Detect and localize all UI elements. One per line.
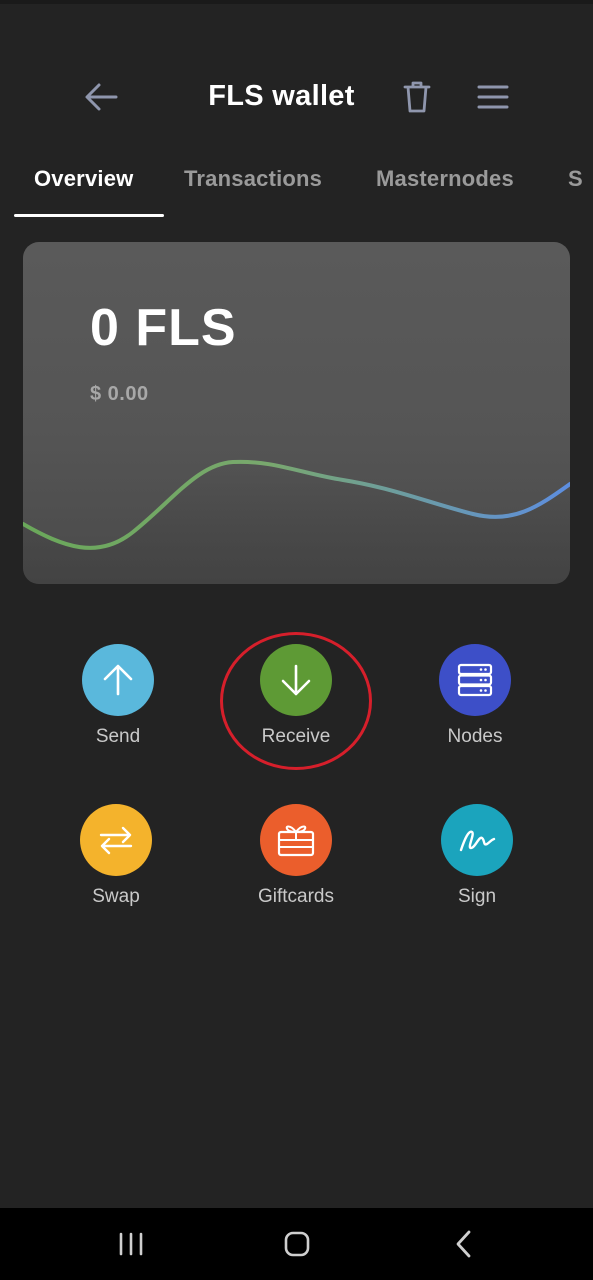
system-nav-bar bbox=[0, 1208, 593, 1280]
giftcards-action[interactable]: Giftcards bbox=[226, 804, 366, 924]
delete-wallet-button[interactable] bbox=[396, 76, 438, 118]
balance-card: 0 FLS $ 0.00 bbox=[23, 242, 570, 584]
nodes-label: Nodes bbox=[447, 726, 503, 747]
swap-circle bbox=[80, 804, 152, 876]
trash-icon bbox=[403, 81, 431, 113]
recent-apps-button[interactable] bbox=[107, 1222, 155, 1266]
home-button[interactable] bbox=[273, 1222, 321, 1266]
system-back-button[interactable] bbox=[440, 1222, 488, 1266]
menu-button[interactable] bbox=[472, 76, 514, 118]
server-icon bbox=[457, 663, 493, 697]
sign-label: Sign bbox=[457, 886, 497, 907]
fiat-value: $ 0.00 bbox=[90, 383, 149, 405]
sign-action[interactable]: Sign bbox=[407, 804, 547, 924]
nodes-action[interactable]: Nodes bbox=[405, 644, 545, 764]
tab-overview[interactable]: Overview bbox=[34, 166, 133, 192]
tab-bar: Overview Transactions Masternodes S bbox=[0, 152, 593, 220]
gift-icon bbox=[277, 825, 315, 857]
send-action[interactable]: Send bbox=[48, 644, 188, 764]
balance-amount: 0 FLS bbox=[90, 299, 237, 357]
home-icon bbox=[284, 1231, 310, 1257]
tab-transactions[interactable]: Transactions bbox=[184, 166, 322, 192]
app-header: FLS wallet bbox=[0, 62, 593, 132]
receive-highlight-annotation bbox=[220, 632, 372, 770]
send-circle bbox=[82, 644, 154, 716]
back-chevron-icon bbox=[456, 1230, 471, 1258]
recent-apps-icon bbox=[119, 1232, 143, 1256]
send-label: Send bbox=[95, 726, 141, 747]
giftcards-circle bbox=[260, 804, 332, 876]
swap-label: Swap bbox=[92, 886, 140, 907]
status-bar-edge bbox=[0, 0, 593, 4]
swap-arrows-icon bbox=[99, 826, 133, 855]
arrow-up-icon bbox=[103, 664, 133, 696]
active-tab-indicator bbox=[14, 214, 164, 217]
signature-icon bbox=[459, 830, 496, 852]
balance-chart bbox=[23, 459, 570, 584]
tab-masternodes[interactable]: Masternodes bbox=[376, 166, 514, 192]
swap-action[interactable]: Swap bbox=[46, 804, 186, 924]
giftcards-label: Giftcards bbox=[257, 886, 335, 907]
hamburger-menu-icon bbox=[477, 85, 509, 109]
tab-partial[interactable]: S bbox=[568, 166, 583, 192]
nodes-circle bbox=[439, 644, 511, 716]
sign-circle bbox=[441, 804, 513, 876]
